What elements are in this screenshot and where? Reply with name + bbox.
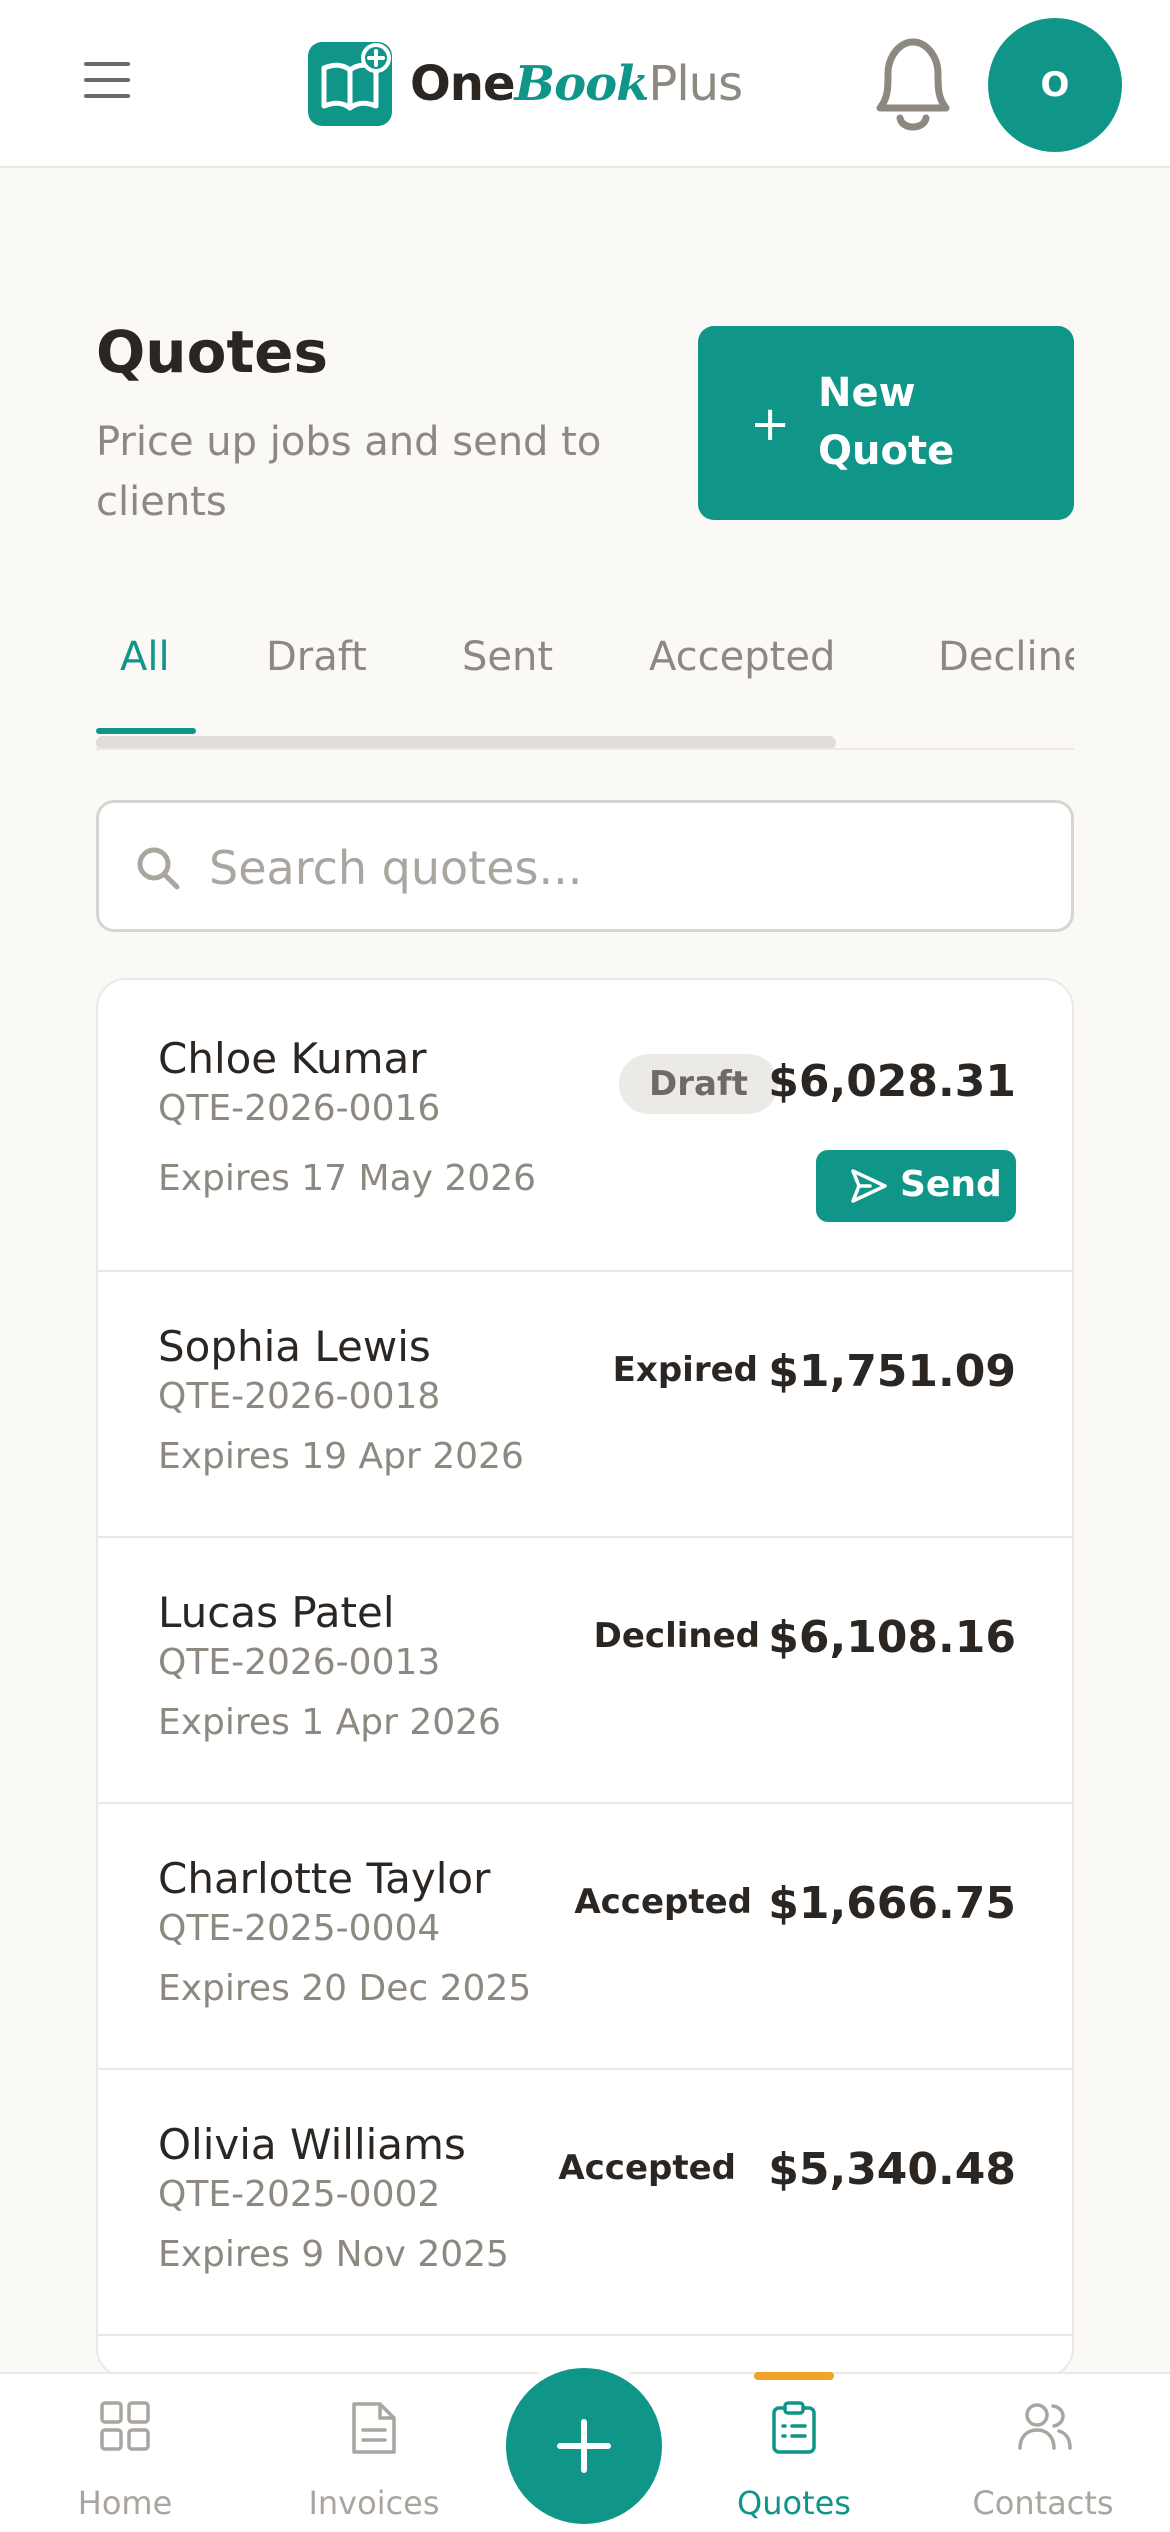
quote-amount: $1,751.09 bbox=[768, 1346, 1016, 1397]
status-badge: Declined bbox=[593, 1616, 760, 1656]
user-avatar[interactable]: O bbox=[988, 18, 1122, 152]
tab-sent[interactable]: Sent bbox=[462, 634, 553, 680]
search-icon bbox=[137, 847, 180, 890]
quote-number: QTE-2026-0016 bbox=[158, 1088, 441, 1129]
quote-expiry: Expires 1 Apr 2026 bbox=[158, 1702, 501, 1743]
nav-invoices[interactable]: Invoices bbox=[274, 2374, 474, 2532]
active-tab-indicator bbox=[96, 728, 196, 734]
tab-all[interactable]: All bbox=[120, 634, 170, 680]
nav-contacts[interactable]: Contacts bbox=[943, 2374, 1143, 2532]
status-badge: Expired bbox=[612, 1350, 758, 1390]
bell-icon[interactable] bbox=[858, 26, 968, 142]
send-button[interactable]: Send bbox=[816, 1150, 1016, 1222]
nav-label: Quotes bbox=[737, 2484, 851, 2522]
add-button[interactable] bbox=[498, 2360, 670, 2532]
document-icon bbox=[352, 2402, 396, 2454]
quote-expiry: Expires 20 Dec 2025 bbox=[158, 1968, 532, 2009]
tab-draft[interactable]: Draft bbox=[266, 634, 367, 680]
quote-row[interactable]: Sophia Lewis QTE-2026-0018 Expires 19 Ap… bbox=[98, 1272, 1072, 1538]
nav-quotes[interactable]: Quotes bbox=[694, 2372, 894, 2532]
nav-label: Contacts bbox=[972, 2484, 1114, 2522]
quote-expiry: Expires 9 Nov 2025 bbox=[158, 2234, 509, 2275]
menu-icon[interactable] bbox=[84, 62, 144, 106]
quote-number: QTE-2025-0004 bbox=[158, 1908, 441, 1949]
quote-expiry: Expires 19 Apr 2026 bbox=[158, 1436, 524, 1477]
new-quote-label: New Quote bbox=[818, 370, 955, 474]
quote-amount: $6,108.16 bbox=[768, 1612, 1016, 1663]
plus-icon: + bbox=[750, 396, 791, 452]
quote-amount: $1,666.75 bbox=[768, 1878, 1016, 1929]
quote-amount: $5,340.48 bbox=[768, 2144, 1016, 2195]
status-tabs: All Draft Sent Accepted Declined bbox=[96, 600, 1074, 750]
quote-row[interactable]: Charlotte Taylor QTE-2025-0004 Expires 2… bbox=[98, 1804, 1072, 2070]
search-box[interactable] bbox=[96, 800, 1074, 932]
tabs-divider bbox=[96, 748, 1074, 750]
send-icon bbox=[851, 1169, 887, 1203]
search-input[interactable] bbox=[209, 833, 1029, 903]
plus-icon bbox=[557, 2419, 611, 2473]
page-subtitle: Price up jobs and send to clients bbox=[96, 419, 602, 525]
client-name: Sophia Lewis bbox=[158, 1322, 431, 1371]
app-logo[interactable]: OneBookPlus bbox=[308, 40, 743, 128]
new-quote-button[interactable]: + New Quote bbox=[698, 326, 1074, 520]
users-icon bbox=[1018, 2403, 1072, 2450]
send-label: Send bbox=[900, 1164, 1002, 1205]
client-name: Chloe Kumar bbox=[158, 1034, 427, 1083]
quote-list: Chloe Kumar QTE-2026-0016 Expires 17 May… bbox=[96, 978, 1074, 2378]
top-bar: OneBookPlus O bbox=[0, 0, 1170, 168]
app-name: OneBookPlus bbox=[410, 56, 743, 112]
quote-row[interactable]: Lucas Patel QTE-2026-0013 Expires 1 Apr … bbox=[98, 1538, 1072, 1804]
page-title: Quotes bbox=[96, 318, 329, 386]
status-badge: Accepted bbox=[558, 2148, 736, 2188]
nav-home[interactable]: Home bbox=[25, 2374, 225, 2532]
quote-number: QTE-2026-0018 bbox=[158, 1376, 441, 1417]
tab-accepted[interactable]: Accepted bbox=[649, 634, 835, 680]
status-badge: Draft bbox=[619, 1054, 778, 1114]
client-name: Lucas Patel bbox=[158, 1588, 395, 1637]
book-plus-icon bbox=[308, 42, 392, 126]
clipboard-icon bbox=[772, 2401, 816, 2454]
client-name: Olivia Williams bbox=[158, 2120, 466, 2169]
active-nav-indicator bbox=[754, 2372, 834, 2380]
nav-label: Home bbox=[77, 2484, 173, 2522]
quote-row[interactable]: Chloe Kumar QTE-2026-0016 Expires 17 May… bbox=[98, 980, 1072, 1272]
quote-expiry: Expires 17 May 2026 bbox=[158, 1158, 536, 1199]
tab-declined[interactable]: Declined bbox=[938, 634, 1074, 680]
client-name: Charlotte Taylor bbox=[158, 1854, 491, 1903]
quote-row[interactable]: Olivia Williams QTE-2025-0002 Expires 9 … bbox=[98, 2070, 1072, 2336]
quote-number: QTE-2025-0002 bbox=[158, 2174, 441, 2215]
status-badge: Accepted bbox=[574, 1882, 752, 1922]
quote-number: QTE-2026-0013 bbox=[158, 1642, 441, 1683]
grid-icon bbox=[100, 2401, 150, 2451]
nav-label: Invoices bbox=[308, 2484, 440, 2522]
quote-amount: $6,028.31 bbox=[768, 1056, 1016, 1107]
